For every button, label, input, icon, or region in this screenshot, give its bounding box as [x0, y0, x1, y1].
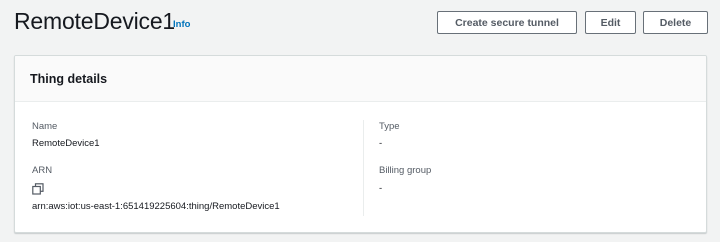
delete-button[interactable]: Delete: [643, 11, 708, 34]
billing-group-value: -: [379, 183, 383, 194]
column-divider: [363, 120, 364, 216]
create-secure-tunnel-button[interactable]: Create secure tunnel: [437, 11, 577, 34]
panel-title: Thing details: [30, 72, 108, 86]
page-title: RemoteDevice1: [14, 8, 176, 34]
name-label: Name: [32, 121, 58, 132]
name-value: RemoteDevice1: [32, 138, 100, 149]
arn-value: arn:aws:iot:us-east-1:651419225604:thing…: [32, 201, 280, 212]
arn-label: ARN: [32, 165, 53, 176]
billing-group-label: Billing group: [379, 165, 432, 176]
thing-details-panel: Thing details Name RemoteDevice1 ARN arn…: [14, 55, 707, 233]
info-link[interactable]: Info: [173, 19, 190, 30]
type-label: Type: [379, 121, 400, 132]
panel-header: Thing details: [15, 56, 706, 102]
page-header: RemoteDevice1 Info Create secure tunnel …: [0, 0, 720, 46]
copy-icon[interactable]: [32, 183, 44, 195]
edit-button[interactable]: Edit: [585, 11, 636, 34]
type-value: -: [379, 138, 383, 149]
